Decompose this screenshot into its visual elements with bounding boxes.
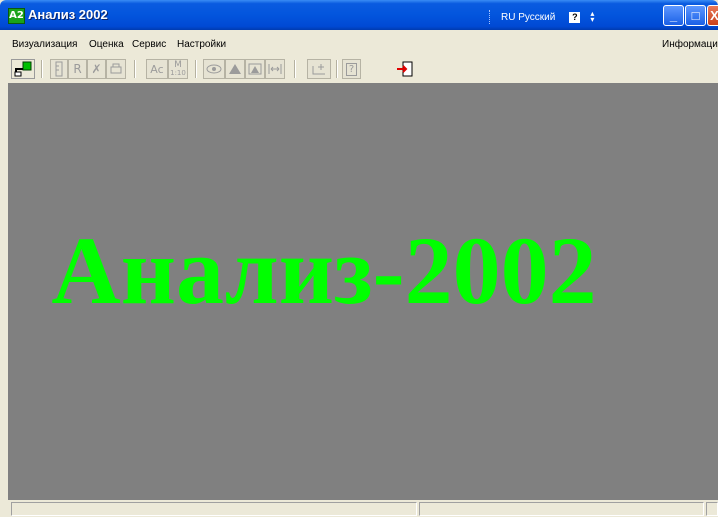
- menu-evaluation[interactable]: Оценка: [89, 39, 124, 50]
- toolbar: R ✗ Ac M 1:10 ?: [0, 55, 718, 82]
- status-panel-main: [11, 502, 417, 516]
- language-bar[interactable]: RU Русский ? ▴ ▾: [489, 9, 594, 25]
- status-panel-secondary: [419, 502, 704, 516]
- ruler-button[interactable]: [50, 59, 68, 79]
- menu-service[interactable]: Сервис: [132, 39, 166, 50]
- language-indicator[interactable]: RU Русский: [501, 12, 555, 23]
- framed-triangle-icon: [248, 63, 262, 75]
- toolbar-separator: [41, 60, 43, 78]
- app-icon[interactable]: A2: [8, 8, 25, 24]
- toolbar-separator: [195, 60, 197, 78]
- view-button[interactable]: [203, 59, 225, 79]
- title-bar[interactable]: A2 Анализ 2002 RU Русский ? ▴ ▾ _ □ X: [0, 0, 718, 30]
- delete-button[interactable]: ✗: [87, 59, 106, 79]
- open-icon: [14, 61, 32, 77]
- maximize-button[interactable]: □: [685, 5, 706, 26]
- language-bar-options-icon[interactable]: ▴ ▾: [590, 10, 594, 24]
- status-bar: [0, 500, 718, 517]
- width-icon: [268, 64, 282, 74]
- eye-icon: [206, 64, 222, 74]
- corner-plus-icon: [312, 64, 325, 75]
- scale-label: M: [174, 60, 182, 70]
- width-button[interactable]: [265, 59, 285, 79]
- r-button[interactable]: R: [68, 59, 87, 79]
- printer-icon: [110, 63, 122, 74]
- print-button[interactable]: [106, 59, 126, 79]
- main-canvas[interactable]: Анализ-2002: [8, 83, 718, 500]
- exit-button[interactable]: [394, 59, 416, 79]
- toolbar-separator: [336, 60, 338, 78]
- close-button[interactable]: X: [707, 5, 718, 26]
- menu-information[interactable]: Информация: [662, 39, 718, 50]
- menu-settings[interactable]: Настройки: [177, 39, 226, 50]
- toolbar-separator: [294, 60, 296, 78]
- open-document-button[interactable]: [11, 59, 35, 79]
- help-icon: ?: [346, 62, 357, 76]
- minimize-button[interactable]: _: [663, 5, 684, 26]
- scale-button[interactable]: M 1:10: [168, 59, 188, 79]
- menu-bar: Визуализация Оценка Сервис Настройки Инф…: [0, 36, 718, 54]
- splash-title: Анализ-2002: [51, 217, 597, 324]
- menu-visualization[interactable]: Визуализация: [12, 39, 77, 50]
- triangle-icon: [229, 64, 241, 74]
- help-button[interactable]: ?: [342, 59, 361, 79]
- status-panel-end: [706, 502, 718, 516]
- text-button[interactable]: Ac: [146, 59, 168, 79]
- toolbar-separator: [134, 60, 136, 78]
- window-title: Анализ 2002: [28, 7, 108, 22]
- exit-door-icon: [397, 61, 413, 77]
- scale-ratio: 1:10: [170, 69, 186, 77]
- peak-button[interactable]: [225, 59, 245, 79]
- window-left-frame: [0, 36, 8, 517]
- language-help-icon[interactable]: ?: [569, 11, 581, 23]
- frame-button[interactable]: [245, 59, 265, 79]
- language-bar-grip[interactable]: [489, 10, 493, 24]
- cross-icon: ✗: [91, 62, 102, 76]
- export-button[interactable]: [307, 59, 331, 79]
- ruler-icon: [55, 61, 63, 77]
